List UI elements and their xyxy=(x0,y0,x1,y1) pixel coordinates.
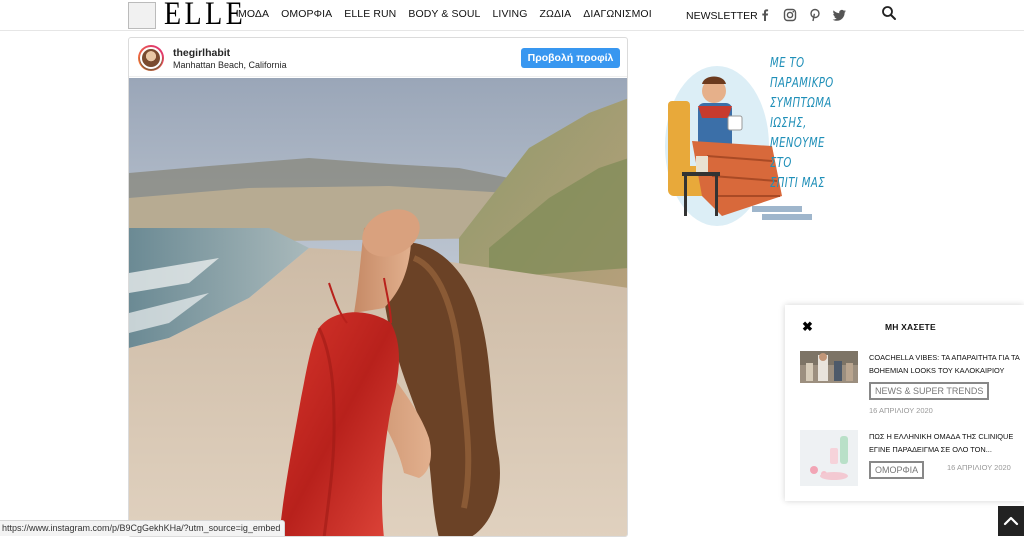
close-icon[interactable]: ✖ xyxy=(802,319,813,335)
instagram-embed: thegirlhabit Manhattan Beach, California… xyxy=(128,37,628,537)
advertisement-banner[interactable]: ΜΕ ΤΟ ΠΑΡΑΜΙΚΡΟ ΣΥΜΠΤΩΜΑ ΙΩΣΗΣ, ΜΕΝΟΥΜΕ ΣΤΟ Σ… xyxy=(662,46,862,228)
instagram-photo[interactable] xyxy=(129,78,627,536)
instagram-location[interactable]: Manhattan Beach, California xyxy=(173,60,287,70)
nav-item-living[interactable]: LIVING xyxy=(492,8,527,20)
post-thumbnail[interactable] xyxy=(800,351,858,383)
instagram-embed-header: thegirlhabit Manhattan Beach, California… xyxy=(129,38,627,77)
pinterest-icon[interactable] xyxy=(808,8,822,22)
post-date: 16 ΑΠΡΙΛΙΟΥ 2020 xyxy=(869,406,933,415)
search-icon[interactable] xyxy=(881,5,897,26)
advertisement-text: ΜΕ ΤΟ ΠΑΡΑΜΙΚΡΟ ΣΥΜΠΤΩΜΑ ΙΩΣΗΣ, ΜΕΝΟΥΜΕ ΣΤΟ Σ… xyxy=(770,56,834,191)
nav-item-omorfia[interactable]: ΟΜΟΡΦΙΑ xyxy=(281,8,332,20)
twitter-icon[interactable] xyxy=(832,8,846,22)
dont-miss-popup: ✖ ΜΗ ΧΑΣΕΤΕ COACHELLA VIBES: ΤΑ ΑΠΑΡΑΙΤΗ… xyxy=(785,305,1024,501)
category-tag[interactable]: NEWS & SUPER TRENDS xyxy=(869,382,990,400)
link-status-url: https://www.instagram.com/p/B9CgGekhKHa/… xyxy=(0,520,286,536)
post-title[interactable]: COACHELLA VIBES: ΤΑ ΑΠΑΡΑΙΤΗΤΑ ΓΙΑ ΤΑ BO… xyxy=(869,351,1021,377)
popup-post[interactable]: ΠΩΣ Η ΕΛΛΗΝΙΚΗ ΟΜΑΔΑ ΤΗΣ CLINIQUE ΕΓΙΝΕ … xyxy=(800,430,1020,490)
post-thumbnail[interactable] xyxy=(800,430,858,486)
nav-item-elle-run[interactable]: ELLE RUN xyxy=(344,8,396,20)
category-tag[interactable]: ΟΜΟΡΦΙΑ xyxy=(869,461,925,479)
elle-logo[interactable]: ELLE xyxy=(164,0,246,33)
post-title[interactable]: ΠΩΣ Η ΕΛΛΗΝΙΚΗ ΟΜΑΔΑ ΤΗΣ CLINIQUE ΕΓΙΝΕ … xyxy=(869,430,1021,456)
post-date: 16 ΑΠΡΙΛΙΟΥ 2020 xyxy=(947,463,1011,472)
instagram-icon[interactable] xyxy=(783,8,797,22)
instagram-username[interactable]: thegirlhabit xyxy=(173,47,230,59)
chevron-up-icon xyxy=(1003,516,1019,526)
popup-post[interactable]: COACHELLA VIBES: ΤΑ ΑΠΑΡΑΙΤΗΤΑ ΓΙΑ ΤΑ BO… xyxy=(800,351,1020,431)
nav-item-body-soul[interactable]: BODY & SOUL xyxy=(408,8,480,20)
back-to-top-button[interactable] xyxy=(998,506,1024,536)
main-nav: ΜΟΔΑ ΟΜΟΡΦΙΑ ELLE RUN BODY & SOUL LIVING… xyxy=(238,8,664,20)
popup-title: ΜΗ ΧΑΣΕΤΕ xyxy=(885,322,936,332)
facebook-icon[interactable] xyxy=(758,8,772,22)
logo-placeholder-image[interactable] xyxy=(128,2,156,29)
site-header: ELLE ΜΟΔΑ ΟΜΟΡΦΙΑ ELLE RUN BODY & SOUL L… xyxy=(0,0,1024,33)
avatar[interactable] xyxy=(138,45,164,71)
nav-item-moda[interactable]: ΜΟΔΑ xyxy=(238,8,269,20)
view-profile-button[interactable]: Προβολή προφίλ xyxy=(521,48,620,68)
newsletter-link[interactable]: NEWSLETTER xyxy=(686,10,758,22)
nav-item-diagonismoi[interactable]: ΔΙΑΓΩΝΙΣΜΟΙ xyxy=(583,8,652,20)
nav-item-zodia[interactable]: ΖΩΔΙΑ xyxy=(540,8,572,20)
